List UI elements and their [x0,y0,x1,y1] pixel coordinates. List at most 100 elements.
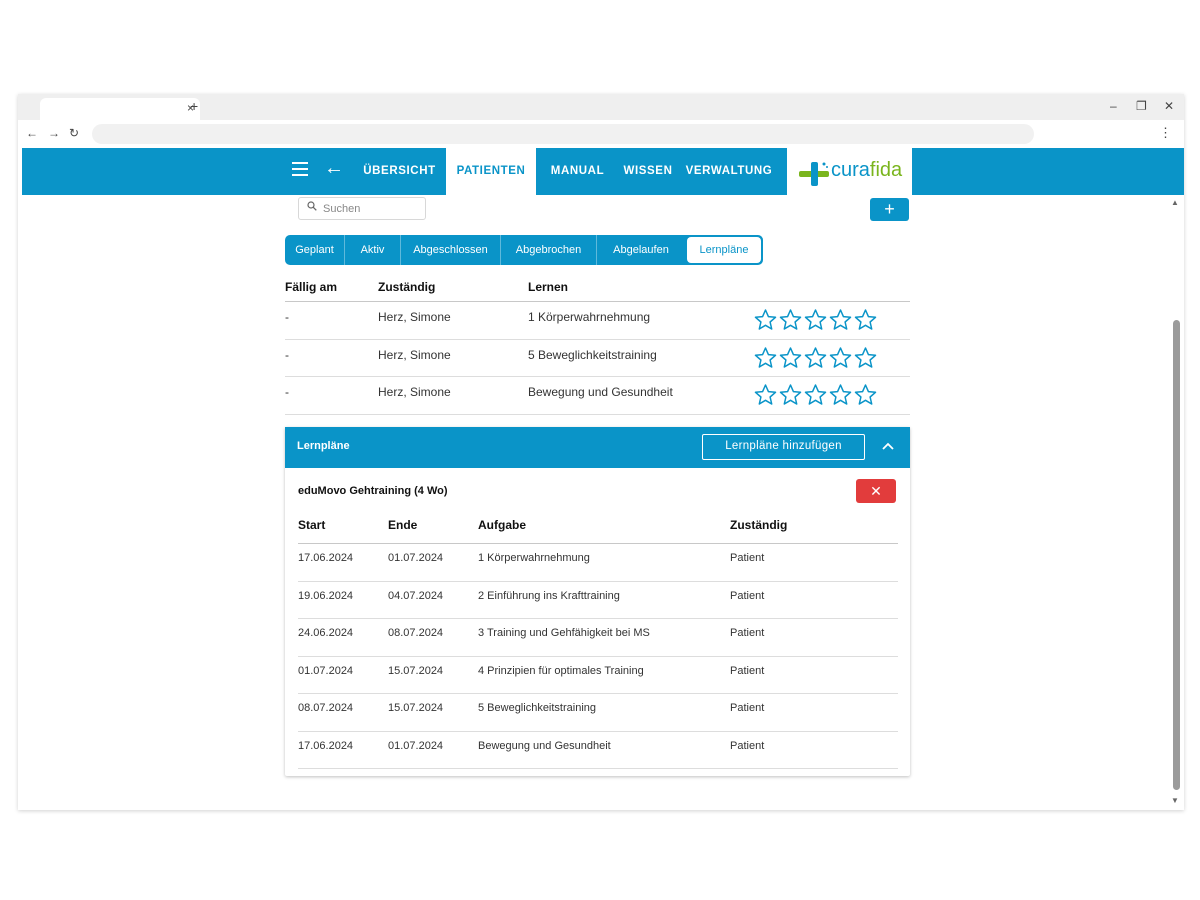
star-icon[interactable] [753,383,778,407]
table-row[interactable]: 19.06.2024 04.07.2024 2 Einführung ins K… [298,582,898,619]
minimize-icon[interactable]: – [1110,99,1117,113]
table-row[interactable]: 08.07.2024 15.07.2024 5 Beweglichkeitstr… [298,694,898,732]
lernplaene-panel-header: Lernpläne Lernpläne hinzufügen [285,427,910,468]
reload-icon[interactable]: ↻ [69,126,79,140]
browser-tab[interactable]: × [40,98,200,120]
star-icon[interactable] [853,346,878,370]
col-header-ende[interactable]: Ende [388,518,417,532]
star-icon[interactable] [753,346,778,370]
lesson-cell: Bewegung und Gesundheit [528,385,673,399]
tab-abgeschlossen[interactable]: Abgeschlossen [401,235,501,265]
search-box[interactable] [298,197,426,220]
col-header-faellig[interactable]: Fällig am [285,280,337,294]
end-cell: 01.07.2024 [388,739,444,752]
logo-wordmark: curafida [831,159,902,182]
logo-cross-icon [799,162,829,186]
start-cell: 19.06.2024 [298,589,354,602]
plan-table-header: Start Ende Aufgabe Zuständig [298,510,898,544]
star-icon[interactable] [803,383,828,407]
tab-geplant[interactable]: Geplant [285,235,345,265]
col-header-zustaendig[interactable]: Zuständig [730,518,787,532]
maximize-icon[interactable]: ❐ [1136,99,1147,113]
due-cell: - [285,385,289,399]
nav-wissen[interactable]: WISSEN [619,148,677,195]
table-row[interactable]: 17.06.2024 01.07.2024 Bewegung und Gesun… [298,732,898,769]
responsible-cell: Herz, Simone [378,347,451,362]
col-header-lernen[interactable]: Lernen [528,280,568,294]
start-cell: 01.07.2024 [298,664,354,677]
table-row[interactable]: - Herz, Simone 1 Körperwahrnehmung [285,302,910,340]
url-field[interactable] [92,124,1034,144]
lesson-cell: 5 Beweglichkeitstraining [528,347,657,362]
star-icon[interactable] [803,346,828,370]
task-cell: 5 Beweglichkeitstraining [478,702,597,714]
task-cell: 3 Training und Gehfähigkeit bei MS [478,627,650,639]
tab-abgelaufen[interactable]: Abgelaufen [597,235,685,265]
browser-menu-icon[interactable]: ⋮ [1159,125,1172,141]
scroll-down-icon[interactable]: ▼ [1171,796,1179,805]
star-icon[interactable] [778,383,803,407]
lesson-cell: 1 Körperwahrnehmung [528,310,651,324]
add-button[interactable]: + [870,198,909,221]
overview-table: Fällig am Zuständig Lernen - Herz, Simon… [285,272,910,415]
table-row[interactable]: 01.07.2024 15.07.2024 4 Prinzipien für o… [298,657,898,694]
col-header-start[interactable]: Start [298,518,325,532]
search-input[interactable] [323,200,419,217]
end-cell: 04.07.2024 [388,589,444,602]
rating-stars[interactable] [753,383,878,407]
add-lernplaene-button[interactable]: Lernpläne hinzufügen [702,434,865,460]
new-tab-icon[interactable]: + [190,98,198,114]
table-row[interactable]: 24.06.2024 08.07.2024 3 Training und Geh… [298,619,898,657]
tab-lernplaene[interactable]: Lernpläne [687,237,761,263]
tab-abgebrochen[interactable]: Abgebrochen [501,235,597,265]
star-icon[interactable] [828,383,853,407]
rating-stars[interactable] [753,308,878,332]
task-cell: Bewegung und Gesundheit [478,739,611,752]
star-icon[interactable] [778,346,803,370]
rating-stars[interactable] [753,346,878,370]
table-row[interactable]: - Herz, Simone Bewegung und Gesundheit [285,377,910,415]
responsible-cell: Herz, Simone [378,385,451,399]
star-icon[interactable] [803,308,828,332]
browser-tabstrip: × + – ❐ ✕ [18,94,1184,120]
responsible-cell: Patient [730,627,765,639]
window-close-icon[interactable]: ✕ [1164,99,1174,113]
tab-aktiv[interactable]: Aktiv [345,235,401,265]
end-cell: 15.07.2024 [388,702,444,714]
start-cell: 17.06.2024 [298,739,354,752]
task-cell: 4 Prinzipien für optimales Training [478,664,644,677]
app-header: ← ÜBERSICHT PATIENTEN MANUAL WISSEN VERW… [22,148,1184,195]
nav-verwaltung[interactable]: VERWALTUNG [684,148,774,195]
star-icon[interactable] [828,308,853,332]
status-tabs: Geplant Aktiv Abgeschlossen Abgebrochen … [285,235,763,265]
star-icon[interactable] [853,308,878,332]
chevron-up-icon[interactable] [881,439,895,453]
nav-uebersicht[interactable]: ÜBERSICHT [357,148,442,195]
browser-back-icon[interactable]: ← [26,126,38,140]
table-row[interactable]: - Herz, Simone 5 Beweglichkeitstraining [285,340,910,377]
delete-plan-button[interactable]: ✕ [856,479,896,503]
star-icon[interactable] [828,346,853,370]
overview-table-header: Fällig am Zuständig Lernen [285,272,910,302]
browser-window: × + – ❐ ✕ ← → ↻ ⋮ ← ÜBERSICHT PATIENTEN … [18,94,1184,810]
curafida-logo: curafida [787,148,912,195]
star-icon[interactable] [853,383,878,407]
col-header-zustaendig[interactable]: Zuständig [378,280,435,294]
back-arrow-icon[interactable]: ← [324,157,344,180]
star-icon[interactable] [753,308,778,332]
nav-manual[interactable]: MANUAL [540,148,615,195]
responsible-cell: Patient [730,552,765,564]
star-icon[interactable] [778,308,803,332]
browser-forward-icon[interactable]: → [48,126,60,140]
col-header-aufgabe[interactable]: Aufgabe [478,518,526,532]
address-bar: ← → ↻ ⋮ [18,120,1184,148]
scrollbar-thumb[interactable] [1173,320,1180,790]
hamburger-menu-icon[interactable] [292,162,308,176]
table-row[interactable]: 17.06.2024 01.07.2024 1 Körperwahrnehmun… [298,544,898,582]
scroll-up-icon[interactable]: ▲ [1171,198,1179,207]
responsible-cell: Patient [730,664,765,677]
start-cell: 08.07.2024 [298,702,354,714]
nav-patienten[interactable]: PATIENTEN [446,148,536,195]
plan-table: Start Ende Aufgabe Zuständig 17.06.2024 … [298,510,898,769]
plan-name: eduMovo Gehtraining (4 Wo) [298,485,448,497]
